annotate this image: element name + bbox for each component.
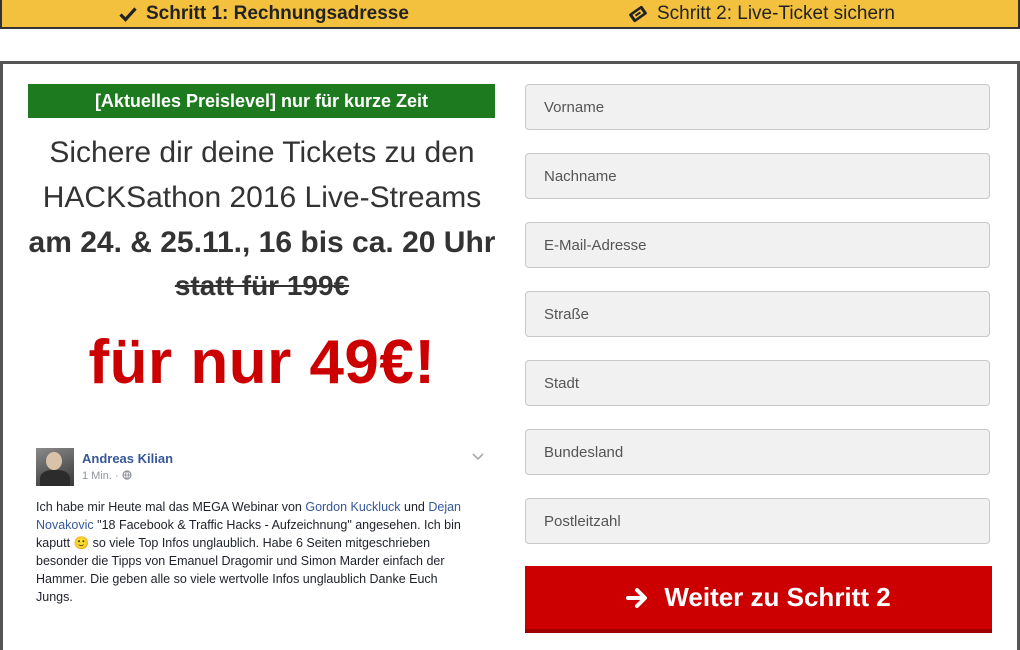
testimonial-meta: 1 Min. · — [82, 470, 132, 482]
headline-line-1: Sichere dir deine Tickets zu den — [49, 136, 475, 169]
lastname-field[interactable] — [525, 153, 990, 199]
street-field[interactable] — [525, 291, 990, 337]
chevron-down-icon[interactable] — [472, 450, 484, 464]
testimonial-text-part: so viele Top Infos unglaublich. Habe 6 S… — [36, 536, 445, 604]
continue-button-label: Weiter zu Schritt 2 — [664, 582, 891, 612]
ticket-icon — [629, 5, 647, 23]
step-progress-bar: Schritt 1: Rechnungsadresse Schritt 2: L… — [0, 0, 1020, 29]
firstname-field[interactable] — [525, 84, 990, 130]
testimonial-text-part: Ich habe mir Heute mal das MEGA Webinar … — [36, 500, 306, 514]
email-field[interactable] — [525, 222, 990, 268]
avatar — [36, 448, 74, 486]
promo-banner: [Aktuelles Preislevel] nur für kurze Zei… — [28, 84, 495, 118]
testimonial-time: 1 Min. · — [82, 470, 122, 482]
testimonial-text-part: und — [400, 500, 429, 514]
testimonial-text: Ich habe mir Heute mal das MEGA Webinar … — [36, 498, 476, 606]
step-2: Schritt 2: Live-Ticket sichern — [628, 3, 895, 25]
headline: Sichere dir deine Tickets zu den HACKSat… — [18, 130, 506, 265]
check-icon — [119, 7, 137, 22]
testimonial-author[interactable]: Andreas Kilian — [82, 451, 173, 466]
step-1-label: Schritt 1: Rechnungsadresse — [146, 3, 409, 24]
arrow-right-icon — [626, 587, 648, 608]
mention-link[interactable]: Gordon Kuckluck — [305, 500, 400, 514]
state-field[interactable] — [525, 429, 990, 475]
smile-emoji-icon: 🙂 — [73, 536, 90, 550]
globe-icon — [122, 470, 132, 480]
step-2-label: Schritt 2: Live-Ticket sichern — [657, 3, 895, 24]
new-price: für nur 49€! — [88, 328, 436, 397]
old-price: statt für 199€ — [174, 270, 350, 301]
continue-button[interactable]: Weiter zu Schritt 2 — [525, 566, 992, 633]
city-field[interactable] — [525, 360, 990, 406]
step-1: Schritt 1: Rechnungsadresse — [119, 3, 409, 25]
zip-field[interactable] — [525, 498, 990, 544]
headline-date: am 24. & 25.11., 16 bis ca. 20 Uhr — [28, 226, 496, 259]
headline-line-2: HACKSathon 2016 Live-Streams — [42, 181, 482, 214]
